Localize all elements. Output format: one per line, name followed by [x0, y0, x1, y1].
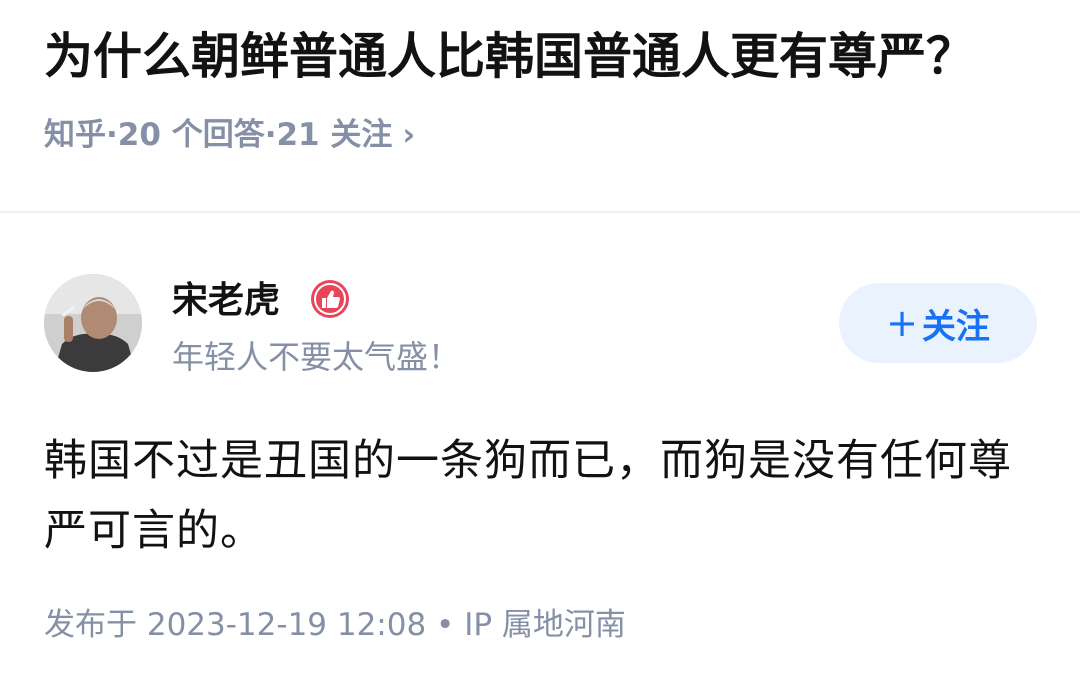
- thumbs-up-badge-icon: [311, 280, 349, 318]
- author-name[interactable]: 宋老虎: [172, 278, 280, 324]
- chevron-right-icon: ›: [402, 117, 416, 153]
- author-bio: 年轻人不要太气盛！: [172, 338, 461, 376]
- avatar[interactable]: [44, 274, 142, 372]
- question-meta-link[interactable]: 知乎·20 个回答·21 关注 ›: [44, 112, 415, 158]
- follow-button[interactable]: + 关注: [839, 283, 1037, 363]
- answer-page: 为什么朝鲜普通人比韩国普通人更有尊严？ 知乎·20 个回答·21 关注 › 宋老虎…: [0, 0, 1080, 691]
- plus-icon: +: [886, 301, 918, 345]
- question-title[interactable]: 为什么朝鲜普通人比韩国普通人更有尊严？: [44, 22, 1054, 92]
- question-meta-text: 知乎·20 个回答·21 关注: [44, 117, 393, 153]
- divider: [0, 211, 1080, 213]
- answer-content: 韩国不过是丑国的一条狗而已，而狗是没有任何尊严可言的。: [44, 436, 1012, 556]
- follow-button-label: 关注: [921, 306, 990, 347]
- avatar-photo: [44, 274, 142, 372]
- answer-footer: 发布于 2023-12-19 12:08 • IP 属地河南: [44, 607, 626, 643]
